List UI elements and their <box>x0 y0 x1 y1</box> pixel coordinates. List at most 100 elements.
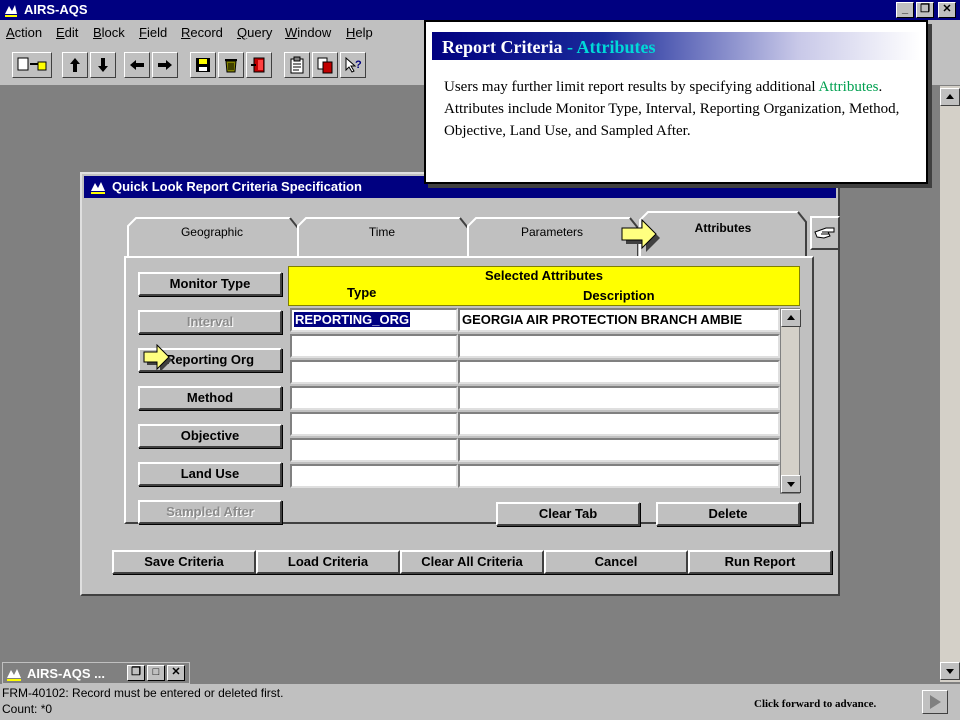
grid-cell-description[interactable]: GEORGIA AIR PROTECTION BRANCH AMBIE <box>458 308 780 332</box>
cancel-button[interactable]: Cancel <box>544 550 688 574</box>
grid-cell-description[interactable] <box>458 360 780 384</box>
minimized-restore-button[interactable]: ❐ <box>127 665 145 681</box>
next-block-button[interactable] <box>90 52 116 78</box>
menu-query[interactable]: Query <box>237 25 272 40</box>
method-button[interactable]: Method <box>138 386 282 410</box>
callout-keyword: Attributes <box>818 79 879 95</box>
copy-button[interactable] <box>312 52 338 78</box>
next-record-button[interactable] <box>152 52 178 78</box>
grid-scroll-down-button[interactable] <box>781 475 801 493</box>
scroll-down-button[interactable] <box>940 662 960 680</box>
delete-record-button[interactable] <box>218 52 244 78</box>
hand-pointer-button[interactable] <box>810 216 840 250</box>
scroll-up-button[interactable] <box>940 88 960 106</box>
menu-edit[interactable]: Edit <box>56 25 78 40</box>
advance-hint: Click forward to advance. <box>754 698 877 710</box>
report-criteria-callout: Report Criteria - Attributes Users may f… <box>424 20 928 184</box>
enter-query-icon <box>17 57 47 71</box>
play-forward-icon <box>930 695 941 709</box>
close-button[interactable]: ✕ <box>938 2 956 18</box>
tab-geographic[interactable]: Geographic <box>126 216 298 256</box>
minimized-window[interactable]: AIRS-AQS ... ❐ □ ✕ <box>2 662 190 684</box>
selected-attributes-header: Selected Attributes Type Description <box>288 266 800 306</box>
forward-button[interactable] <box>922 690 948 714</box>
triangle-up-icon <box>946 94 954 99</box>
triangle-up-icon <box>787 315 795 320</box>
run-report-button[interactable]: Run Report <box>688 550 832 574</box>
menu-help[interactable]: Help <box>346 25 373 40</box>
copy-icon <box>317 57 333 74</box>
tab-parameters[interactable]: Parameters <box>466 216 638 256</box>
minimized-maximize-button[interactable]: □ <box>147 665 165 681</box>
exit-icon <box>251 57 265 73</box>
grid-cell-description[interactable] <box>458 438 780 462</box>
land-use-button[interactable]: Land Use <box>138 462 282 486</box>
status-message: FRM-40102: Record must be entered or del… <box>2 686 284 700</box>
arrow-left-icon <box>130 60 144 70</box>
grid-cell-type[interactable] <box>290 360 458 384</box>
callout-body: Users may further limit report results b… <box>444 79 900 139</box>
app-title-bar: AIRS-AQS _ ❐ ✕ <box>0 0 960 20</box>
callout-title: Report Criteria <box>442 37 563 57</box>
menu-block[interactable]: Block <box>93 25 125 40</box>
grid-cell-type[interactable]: REPORTING_ORG <box>290 308 458 332</box>
clear-all-criteria-button[interactable]: Clear All Criteria <box>400 550 544 574</box>
grid-cell-type[interactable] <box>290 412 458 436</box>
menu-window[interactable]: Window <box>285 25 331 40</box>
main-vertical-scrollbar[interactable] <box>940 86 960 682</box>
menu-field[interactable]: Field <box>139 25 167 40</box>
grid-cell-description[interactable] <box>458 334 780 358</box>
monitor-type-button[interactable]: Monitor Type <box>138 272 282 296</box>
save-criteria-button[interactable]: Save Criteria <box>112 550 256 574</box>
grid-cell-type[interactable] <box>290 334 458 358</box>
status-bar: FRM-40102: Record must be entered or del… <box>0 684 960 720</box>
grid-scroll-up-button[interactable] <box>781 309 801 327</box>
grid-cell-type[interactable] <box>290 438 458 462</box>
minimize-button[interactable]: _ <box>896 2 914 18</box>
menu-action[interactable]: Action <box>6 25 42 40</box>
objective-button[interactable]: Objective <box>138 424 282 448</box>
callout-title-accent: Attributes <box>576 37 656 57</box>
app-icon <box>3 2 19 18</box>
arrow-up-icon <box>70 58 80 72</box>
delete-button[interactable]: Delete <box>656 502 800 526</box>
grid-scrollbar[interactable] <box>780 308 801 494</box>
app-icon <box>7 669 21 681</box>
menu-record[interactable]: Record <box>181 25 223 40</box>
grid-cell-type[interactable] <box>290 464 458 488</box>
minimized-close-button[interactable]: ✕ <box>167 665 185 681</box>
hand-pointer-icon <box>814 227 835 239</box>
sampled-after-button[interactable]: Sampled After <box>138 500 282 524</box>
help-query-icon: ? <box>345 56 362 73</box>
clear-tab-button[interactable]: Clear Tab <box>496 502 640 526</box>
column-header-description: Description <box>583 288 655 303</box>
svg-text:?: ? <box>355 59 362 71</box>
report-criteria-dialog: Quick Look Report Criteria Specification… <box>80 172 840 596</box>
triangle-down-icon <box>787 482 795 487</box>
tab-time[interactable]: Time <box>296 216 468 256</box>
restore-button[interactable]: ❐ <box>916 2 934 18</box>
arrow-down-icon <box>98 58 108 72</box>
attributes-panel: Monitor Type Interval Reporting Org Meth… <box>124 256 814 526</box>
help-button[interactable]: ? <box>340 52 366 78</box>
grid-cell-description[interactable] <box>458 464 780 488</box>
arrow-right-icon <box>158 60 172 70</box>
load-criteria-button[interactable]: Load Criteria <box>256 550 400 574</box>
exit-button[interactable] <box>246 52 272 78</box>
grid-cell-description[interactable] <box>458 412 780 436</box>
clipboard-icon <box>290 56 304 74</box>
previous-record-button[interactable] <box>124 52 150 78</box>
interval-button[interactable]: Interval <box>138 310 282 334</box>
pointer-arrow-icon <box>143 344 172 372</box>
grid-cell-type[interactable] <box>290 386 458 410</box>
pointer-arrow-icon <box>621 218 660 252</box>
save-button[interactable] <box>190 52 216 78</box>
clipboard-button[interactable] <box>284 52 310 78</box>
enter-query-button[interactable] <box>12 52 52 78</box>
app-title: AIRS-AQS <box>24 2 88 17</box>
previous-block-button[interactable] <box>62 52 88 78</box>
triangle-down-icon <box>946 669 954 674</box>
callout-title-separator: - <box>562 37 577 57</box>
record-count: Count: *0 <box>2 702 53 716</box>
grid-cell-description[interactable] <box>458 386 780 410</box>
